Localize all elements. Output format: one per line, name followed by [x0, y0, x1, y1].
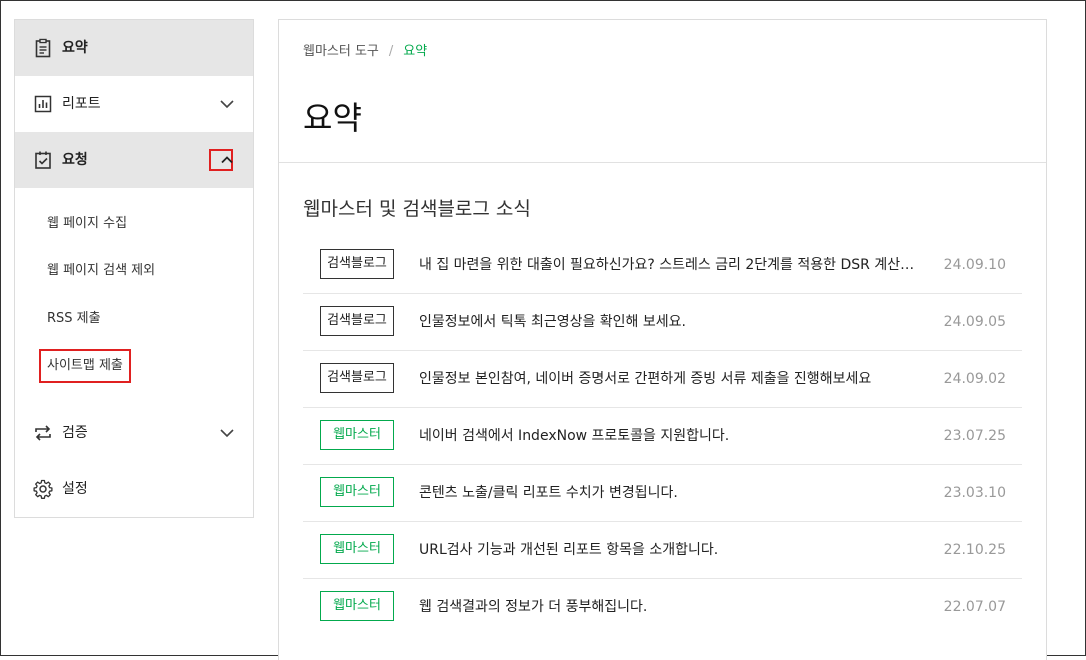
news-title[interactable]: 내 집 마련을 위한 대출이 필요하신가요? 스트레스 금리 2단계를 적용한 … — [419, 237, 919, 293]
page-title: 요약 — [303, 99, 362, 137]
chevron-up-icon[interactable] — [217, 150, 237, 170]
chevron-down-icon[interactable] — [217, 94, 237, 114]
news-row[interactable]: 검색블로그 내 집 마련을 위한 대출이 필요하신가요? 스트레스 금리 2단계… — [303, 237, 1022, 294]
news-date: 22.07.07 — [943, 599, 1006, 615]
news-badge: 웹마스터 — [320, 591, 394, 621]
news-row[interactable]: 웹마스터 웹 검색결과의 정보가 더 풍부해집니다. 22.07.07 — [303, 579, 1022, 635]
sidebar-item-report[interactable]: 리포트 — [15, 76, 253, 132]
clipboard-check-icon — [33, 150, 53, 170]
sidebar-subitem-page-crawl[interactable]: 웹 페이지 수집 — [47, 214, 127, 234]
news-row[interactable]: 검색블로그 인물정보에서 틱톡 최근영상을 확인해 보세요. 24.09.05 — [303, 294, 1022, 351]
breadcrumb-separator: / — [388, 44, 394, 59]
news-title[interactable]: 웹 검색결과의 정보가 더 풍부해집니다. — [419, 579, 919, 635]
breadcrumb-current: 요약 — [403, 44, 428, 59]
clipboard-icon — [33, 38, 53, 58]
news-date: 24.09.05 — [943, 314, 1006, 330]
news-badge: 검색블로그 — [320, 306, 394, 336]
main-panel: 웹마스터 도구 / 요약 요약 웹마스터 및 검색블로그 소식 검색블로그 내 집 … — [278, 19, 1047, 660]
news-badge: 웹마스터 — [320, 534, 394, 564]
sidebar-item-label: 리포트 — [62, 96, 101, 112]
sidebar-subitem-rss[interactable]: RSS 제출 — [47, 309, 101, 329]
sidebar-item-summary[interactable]: 요약 — [15, 20, 253, 76]
news-title[interactable]: 콘텐츠 노출/클릭 리포트 수치가 변경됩니다. — [419, 465, 919, 521]
breadcrumb: 웹마스터 도구 / 요약 — [303, 42, 427, 62]
sidebar-item-label: 설정 — [62, 481, 88, 497]
news-row[interactable]: 웹마스터 네이버 검색에서 IndexNow 프로토콜을 지원합니다. 23.0… — [303, 408, 1022, 465]
news-row[interactable]: 검색블로그 인물정보 본인참여, 네이버 증명서로 간편하게 증빙 서류 제출을… — [303, 351, 1022, 408]
sidebar-item-label: 요청 — [62, 152, 88, 168]
swap-icon — [33, 423, 53, 443]
news-title[interactable]: URL검사 기능과 개선된 리포트 항목을 소개합니다. — [419, 522, 919, 578]
news-list: 검색블로그 내 집 마련을 위한 대출이 필요하신가요? 스트레스 금리 2단계… — [303, 237, 1022, 635]
news-badge: 웹마스터 — [320, 420, 394, 450]
window-frame: 요약 리포트 요청 웹 페이지 수집 웹 페이지 검색 제외 RSS 제출 사이… — [0, 0, 1086, 660]
news-badge: 검색블로그 — [320, 249, 394, 279]
news-row[interactable]: 웹마스터 URL검사 기능과 개선된 리포트 항목을 소개합니다. 22.10.… — [303, 522, 1022, 579]
news-date: 24.09.02 — [943, 371, 1006, 387]
bar-chart-icon — [33, 94, 53, 114]
sidebar-item-label: 검증 — [62, 425, 88, 441]
section-title: 웹마스터 및 검색블로그 소식 — [303, 198, 531, 220]
news-badge: 검색블로그 — [320, 363, 394, 393]
divider — [279, 162, 1046, 163]
news-title[interactable]: 인물정보에서 틱톡 최근영상을 확인해 보세요. — [419, 294, 919, 350]
sidebar-item-settings[interactable]: 설정 — [15, 461, 253, 517]
news-date: 23.07.25 — [943, 428, 1006, 444]
news-title[interactable]: 네이버 검색에서 IndexNow 프로토콜을 지원합니다. — [419, 408, 919, 464]
sidebar-subitem-page-exclude[interactable]: 웹 페이지 검색 제외 — [47, 261, 155, 281]
news-title[interactable]: 인물정보 본인참여, 네이버 증명서로 간편하게 증빙 서류 제출을 진행해보세… — [419, 351, 919, 407]
sidebar-item-request[interactable]: 요청 — [15, 132, 253, 188]
sidebar-item-label: 요약 — [62, 40, 88, 56]
sidebar-item-verify[interactable]: 검증 — [15, 405, 253, 461]
sidebar: 요약 리포트 요청 웹 페이지 수집 웹 페이지 검색 제외 RSS 제출 사이… — [14, 19, 254, 518]
news-badge: 웹마스터 — [320, 477, 394, 507]
news-date: 23.03.10 — [943, 485, 1006, 501]
chevron-down-icon[interactable] — [217, 423, 237, 443]
breadcrumb-root[interactable]: 웹마스터 도구 — [303, 44, 379, 59]
news-date: 24.09.10 — [943, 257, 1006, 273]
news-row[interactable]: 웹마스터 콘텐츠 노출/클릭 리포트 수치가 변경됩니다. 23.03.10 — [303, 465, 1022, 522]
gear-icon — [33, 479, 53, 499]
news-date: 22.10.25 — [943, 542, 1006, 558]
sidebar-subitem-sitemap[interactable]: 사이트맵 제출 — [47, 356, 123, 376]
